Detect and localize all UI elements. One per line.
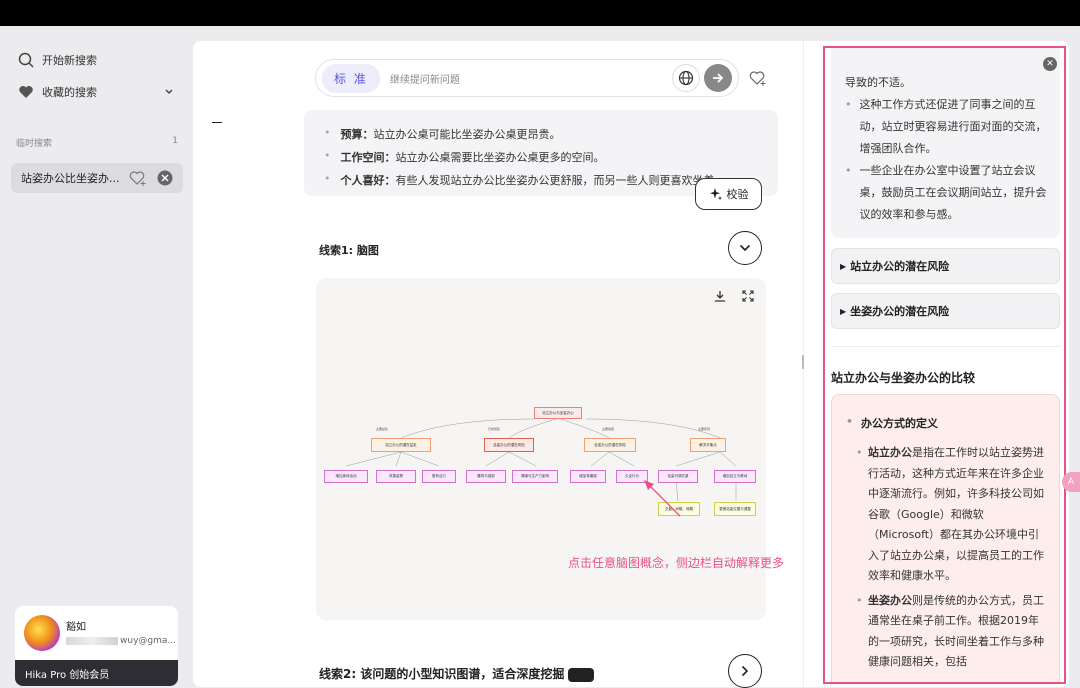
mindmap-node-l1[interactable]: 坐姿办公的潜在风险 <box>584 438 636 452</box>
rp-section-heading: 站立办公与坐姿办公的比较 <box>831 371 976 385</box>
user-email: wuy@gma... <box>120 636 176 646</box>
rp-paragraph: 站立办公是指在工作时以站立姿势进行活动，这种方式近年来在许多企业中逐渐流行。例如… <box>846 443 1047 587</box>
search-bar[interactable]: 标 准 继续提问新问题 <box>315 59 739 97</box>
clue1-title: 线索1: 脑图 <box>319 244 379 257</box>
sidebar-item-standing-desk[interactable]: 站姿办公比坐姿办... <box>11 163 183 193</box>
list-item: 一些企业在办公室中设置了站立会议桌，鼓励员工在会议期间站立，提升会议的效率和参与… <box>845 160 1050 226</box>
right-explanation-panel: 导致的不适。 这种工作方式还促进了同事之间的互动，站立时更容易进行面对面的交流，… <box>823 46 1066 684</box>
triangle-right-icon: ▶ <box>840 306 847 316</box>
svg-text:主要益处: 主要益处 <box>376 426 388 431</box>
list-item: 个人喜好：有些人发现站立办公比坐姿办公更舒服，而另一些人则更喜欢坐着。 <box>324 172 758 188</box>
pro-badge: Hika Pro 创始会员 <box>15 660 178 686</box>
svg-text:主要健康: 主要健康 <box>602 426 614 431</box>
accordion-sitting-risks[interactable]: ▶ 坐姿办公的潜在风险 <box>831 293 1060 329</box>
close-icon[interactable] <box>157 170 173 186</box>
favorites-label: 收藏的搜索 <box>42 86 97 99</box>
mindmap-node-l2[interactable]: 增加身体活动 <box>324 470 368 483</box>
accordion-standing-risks[interactable]: ▶ 站立办公的潜在风险 <box>831 248 1060 284</box>
avatar <box>24 615 60 651</box>
clue2-toggle-button[interactable] <box>728 654 762 688</box>
favorites-toggle[interactable]: 收藏的搜索 <box>18 84 174 100</box>
rp-top-text: 导致的不适。 <box>845 76 911 89</box>
verify-label: 校验 <box>726 188 749 201</box>
annotation-arrow-icon <box>644 480 681 517</box>
window-top-bar <box>0 0 1080 26</box>
rp-paragraph: 坐姿办公则是传统的办公方式，员工通常坐在桌子前工作。根据2019年的一项研究，长… <box>846 591 1047 673</box>
globe-button[interactable] <box>672 64 700 92</box>
mindmap-node-l2[interactable]: 健康与生产力影响 <box>512 470 558 483</box>
mindmap-node-l2[interactable]: 更有活力 <box>422 470 456 483</box>
user-card[interactable]: 豁如 wuy@gma... Hika Pro 创始会员 <box>15 606 178 686</box>
submit-button[interactable] <box>704 64 732 92</box>
resize-handle[interactable] <box>802 355 804 369</box>
heart-plus-icon[interactable] <box>749 69 767 87</box>
search-icon <box>18 52 34 68</box>
list-item: 预算：站立办公桌可能比坐姿办公桌更昂贵。 <box>324 126 758 142</box>
sparkle-icon <box>709 188 722 200</box>
new-search-label: 开始新搜索 <box>42 54 97 67</box>
mindmap-node-l2[interactable]: 改善姿势 <box>376 470 416 483</box>
temp-search-count: 1 <box>172 136 178 146</box>
search-input[interactable]: 继续提问新问题 <box>390 71 668 86</box>
mode-tag[interactable]: 标 准 <box>322 63 380 93</box>
list-item: 工作空间：站立办公桌需要比坐姿办公桌更多的空间。 <box>324 149 758 165</box>
new-search-button[interactable]: 开始新搜索 <box>18 52 97 68</box>
sidebar: 开始新搜索 收藏的搜索 临时搜索 1 站姿办公比坐姿办... 豁如 wuy@gm… <box>0 26 192 688</box>
mindmap-node-root[interactable]: 站立办公与坐姿办公 <box>534 407 582 419</box>
triangle-right-icon: ▶ <box>840 261 847 271</box>
chevron-down-icon <box>739 244 751 252</box>
list-item: 这种工作方式还促进了同事之间的互动，站立时更容易进行面对面的交流，增强团队合作。 <box>845 94 1050 160</box>
annotation-text: 点击任意脑图概念，侧边栏自动解释更多 <box>568 556 785 570</box>
svg-text:日常误区: 日常误区 <box>488 426 500 431</box>
user-name: 豁如 <box>66 622 86 633</box>
chevron-down-icon <box>165 89 173 94</box>
arrow-right-icon <box>713 73 724 83</box>
rp-sub-heading: 办公方式的定义 <box>846 415 1047 431</box>
heart-icon <box>19 86 33 98</box>
translate-float-icon[interactable]: A <box>1062 472 1080 492</box>
mindmap-node-l1[interactable]: 解决平衡点 <box>690 438 726 452</box>
mindmap-node-l1[interactable]: 站立办公的潜在益处 <box>371 438 431 452</box>
temp-search-label: 临时搜索 <box>16 139 53 149</box>
heart-plus-icon[interactable] <box>129 170 147 186</box>
globe-icon <box>678 70 694 86</box>
mindmap-node-l3[interactable]: 更换站姿位置与调整 <box>714 502 756 516</box>
clue2-title: 线索2: 该问题的小型知识图谱，适合深度挖掘 <box>319 665 595 682</box>
mindmap-node-l1[interactable]: 坐姿办公的潜在风险 <box>484 438 534 452</box>
rp-top-box: 导致的不适。 这种工作方式还促进了同事之间的互动，站立时更容易进行面对面的交流，… <box>831 48 1060 238</box>
blurred-email-prefix <box>66 636 118 645</box>
verify-button[interactable]: 校验 <box>695 178 762 210</box>
sidebar-item-label: 站姿办公比坐姿办... <box>21 172 120 185</box>
clue2-badge <box>568 667 595 682</box>
mindmap-node-l2[interactable]: 增加站立与移动 <box>714 470 756 483</box>
mindmap-node-l2[interactable]: 增加背痛感 <box>570 470 606 483</box>
collapse-dash[interactable] <box>212 122 222 123</box>
rp-detail-box: 办公方式的定义 站立办公是指在工作时以站立姿势进行活动，这种方式近年来在许多企业… <box>831 394 1060 682</box>
close-icon[interactable]: ✕ <box>1043 57 1057 71</box>
mindmap-node-l2[interactable]: 腰背与颈部 <box>466 470 506 483</box>
temp-search-section: 临时搜索 1 <box>16 136 178 149</box>
user-email-row: wuy@gma... <box>66 636 176 646</box>
chevron-right-icon <box>741 665 749 677</box>
divider <box>831 346 1060 347</box>
clue1-toggle-button[interactable] <box>728 231 762 265</box>
svg-text:主要原则: 主要原则 <box>698 426 710 431</box>
